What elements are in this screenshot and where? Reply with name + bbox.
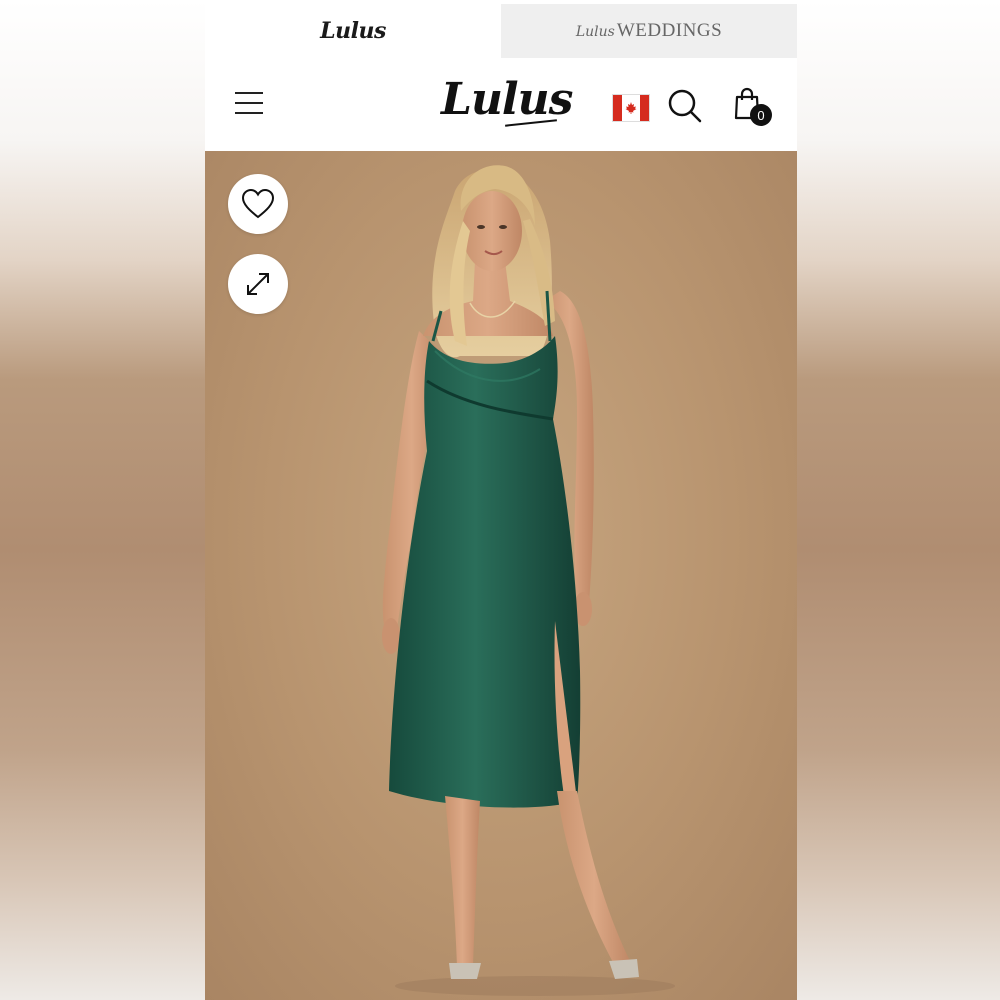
tab-lulus-logo: Lulus [320,18,386,44]
maple-leaf-icon [625,102,637,114]
search-icon[interactable] [665,86,705,126]
tab-weddings-label: WEDDINGS [616,20,723,41]
lulus-logo[interactable]: Lulus [441,74,573,125]
tab-lulus[interactable]: Lulus [205,4,501,58]
canada-flag-icon[interactable] [612,94,650,122]
model-photo [382,165,675,996]
tab-weddings-brand: Lulus [575,24,615,40]
heart-icon [241,188,275,219]
cart-count-badge: 0 [750,104,772,126]
zoom-button[interactable] [228,254,288,314]
shopping-bag-button[interactable]: 0 [732,86,776,130]
brand-tabs: Lulus Lulus WEDDINGS [205,4,797,58]
menu-icon[interactable] [235,92,265,118]
tab-lulus-weddings[interactable]: Lulus WEDDINGS [501,4,797,58]
tab-weddings-logo: Lulus WEDDINGS [576,20,722,42]
product-image[interactable] [205,151,797,1000]
expand-icon [247,273,269,295]
site-header: Lulus 0 [205,58,797,151]
wishlist-button[interactable] [228,174,288,234]
product-page: Lulus Lulus WEDDINGS Lulus 0 [205,0,797,1000]
